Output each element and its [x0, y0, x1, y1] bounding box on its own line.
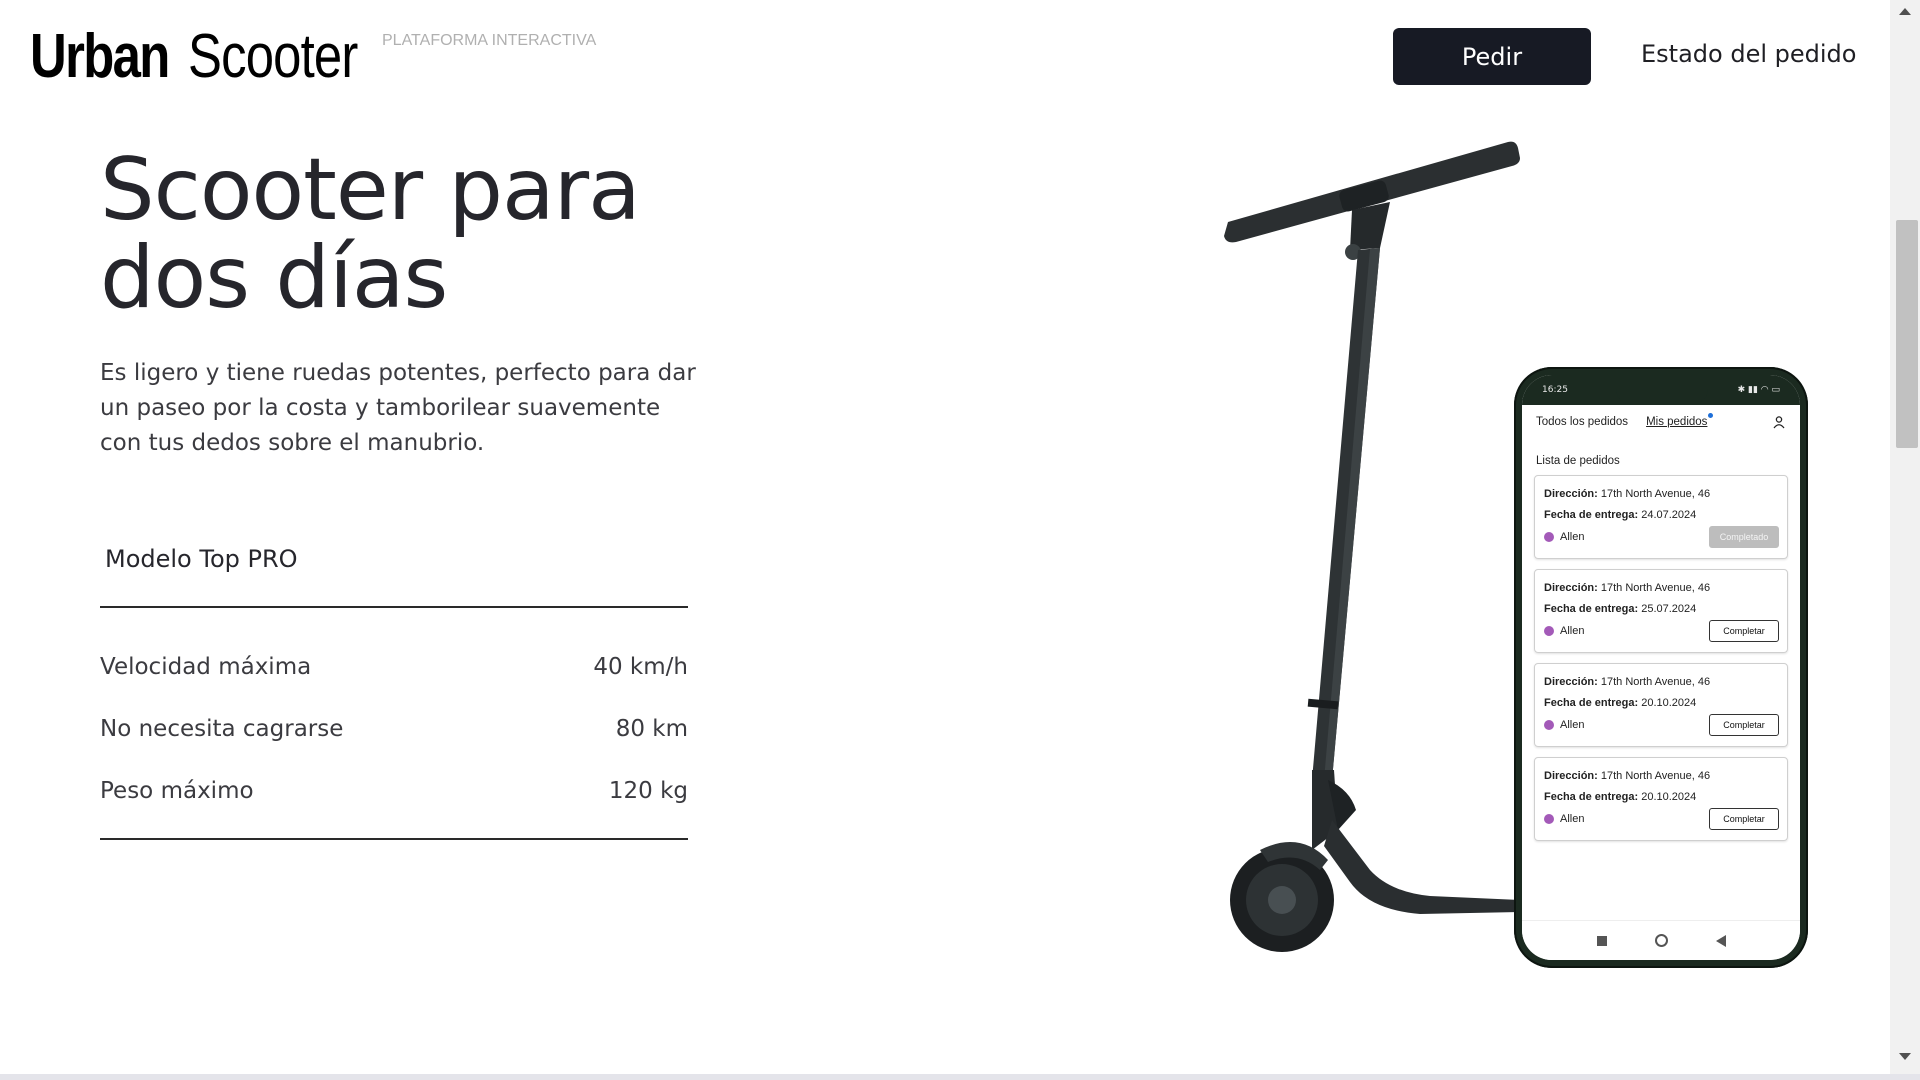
phone-time: 16:25 — [1542, 385, 1568, 395]
courier: Allen — [1544, 809, 1584, 830]
vertical-scrollbar[interactable] — [1890, 0, 1920, 1074]
date-value: 20.10.2024 — [1641, 697, 1697, 709]
address-label: Dirección: — [1544, 488, 1598, 500]
date-label: Fecha de entrega: — [1544, 603, 1639, 615]
date-label: Fecha de entrega: — [1544, 697, 1639, 709]
notification-dot — [1708, 413, 1714, 418]
specs-divider-bottom — [100, 838, 688, 840]
order-card: Dirección: 17th North Avenue, 46 Fecha d… — [1534, 663, 1788, 747]
order-footer: Allen Completar — [1544, 714, 1779, 736]
courier: Allen — [1544, 715, 1584, 736]
order-date: Fecha de entrega: 24.07.2024 — [1544, 505, 1779, 526]
tab-all-orders[interactable]: Todos los pedidos — [1536, 416, 1628, 428]
order-address: Dirección: 17th North Avenue, 46 — [1544, 672, 1779, 693]
courier-dot-icon — [1544, 720, 1554, 730]
order-card: Dirección: 17th North Avenue, 46 Fecha d… — [1534, 475, 1788, 559]
order-address: Dirección: 17th North Avenue, 46 — [1544, 578, 1779, 599]
recent-apps-icon[interactable] — [1596, 935, 1607, 946]
spec-row-speed: Velocidad máxima 40 km/h — [100, 654, 688, 680]
order-address: Dirección: 17th North Avenue, 46 — [1544, 484, 1779, 505]
date-value: 20.10.2024 — [1641, 791, 1697, 803]
order-button[interactable]: Pedir — [1393, 28, 1591, 85]
phone-notch — [1616, 375, 1708, 405]
logo-scooter: Scooter — [188, 22, 358, 91]
order-date: Fecha de entrega: 20.10.2024 — [1544, 693, 1779, 714]
address-value: 17th North Avenue, 46 — [1600, 676, 1711, 688]
logo-urban: Urban — [30, 22, 170, 91]
order-address: Dirección: 17th North Avenue, 46 — [1544, 766, 1779, 787]
date-value: 24.07.2024 — [1641, 509, 1697, 521]
spec-row-range: No necesita cagrarse 80 km — [100, 716, 688, 742]
courier-name: Allen — [1560, 530, 1585, 543]
model-label: Modelo Top PRO — [105, 545, 298, 573]
spec-row-weight: Peso máximo 120 kg — [100, 778, 688, 804]
spec-label: No necesita cagrarse — [100, 716, 344, 742]
date-label: Fecha de entrega: — [1544, 791, 1639, 803]
scroll-down-arrow-icon[interactable] — [1899, 1053, 1911, 1060]
phone-mockup: 16:25 ✱ ▮▮ ◠ ▭ Todos los pedidos Mis ped… — [1514, 367, 1808, 968]
courier: Allen — [1544, 527, 1584, 548]
spec-value: 80 km — [615, 716, 688, 742]
site-header: Urban Scooter PLATAFORMA INTERACTIVA Ped… — [0, 0, 1890, 110]
order-footer: Allen Completado — [1544, 526, 1779, 548]
scroll-up-arrow-icon[interactable] — [1899, 8, 1911, 15]
scroll-thumb[interactable] — [1896, 220, 1918, 448]
order-date: Fecha de entrega: 25.07.2024 — [1544, 599, 1779, 620]
address-label: Dirección: — [1544, 582, 1598, 594]
user-icon[interactable] — [1772, 415, 1786, 429]
order-date: Fecha de entrega: 20.10.2024 — [1544, 787, 1779, 808]
phone-tabs: Todos los pedidos Mis pedidos — [1522, 405, 1800, 429]
spec-value: 120 kg — [608, 778, 688, 804]
address-value: 17th North Avenue, 46 — [1600, 770, 1711, 782]
hero-description: Es ligero y tiene ruedas potentes, perfe… — [100, 360, 696, 456]
order-footer: Allen Completar — [1544, 620, 1779, 642]
signal-icons: ✱ ▮▮ ◠ ▭ — [1737, 385, 1780, 395]
spec-value: 40 km/h — [593, 654, 688, 680]
hero-title: Scooter para dos días — [100, 140, 641, 328]
complete-button[interactable]: Completar — [1709, 714, 1779, 736]
order-card: Dirección: 17th North Avenue, 46 Fecha d… — [1534, 569, 1788, 653]
courier-name: Allen — [1560, 718, 1585, 731]
order-footer: Allen Completar — [1544, 808, 1779, 830]
spec-label: Peso máximo — [100, 778, 254, 804]
courier-dot-icon — [1544, 814, 1554, 824]
phone-screen: 16:25 ✱ ▮▮ ◠ ▭ Todos los pedidos Mis ped… — [1522, 375, 1800, 960]
home-icon[interactable] — [1654, 934, 1668, 947]
courier-name: Allen — [1560, 812, 1585, 825]
horizontal-scrollbar[interactable] — [0, 1074, 1920, 1080]
address-label: Dirección: — [1544, 770, 1598, 782]
address-label: Dirección: — [1544, 676, 1598, 688]
logo-tagline: PLATAFORMA INTERACTIVA — [382, 32, 597, 49]
courier: Allen — [1544, 621, 1584, 642]
order-status-link[interactable]: Estado del pedido — [1641, 40, 1856, 68]
phone-nav-bar — [1522, 920, 1800, 960]
address-value: 17th North Avenue, 46 — [1600, 582, 1711, 594]
back-icon[interactable] — [1715, 934, 1726, 947]
tab-my-orders-label: Mis pedidos — [1646, 416, 1708, 428]
courier-name: Allen — [1560, 624, 1585, 637]
order-card: Dirección: 17th North Avenue, 46 Fecha d… — [1534, 757, 1788, 841]
date-label: Fecha de entrega: — [1544, 509, 1639, 521]
orders-list-title: Lista de pedidos — [1536, 455, 1620, 467]
tab-my-orders[interactable]: Mis pedidos — [1646, 413, 1714, 428]
completed-button[interactable]: Completado — [1709, 526, 1779, 548]
spec-label: Velocidad máxima — [100, 654, 312, 680]
complete-button[interactable]: Completar — [1709, 808, 1779, 830]
complete-button[interactable]: Completar — [1709, 620, 1779, 642]
specs-divider-top — [100, 606, 688, 608]
courier-dot-icon — [1544, 626, 1554, 636]
logo[interactable]: Urban Scooter PLATAFORMA INTERACTIVA — [30, 22, 596, 92]
date-value: 25.07.2024 — [1641, 603, 1697, 615]
courier-dot-icon — [1544, 532, 1554, 542]
address-value: 17th North Avenue, 46 — [1600, 488, 1711, 500]
